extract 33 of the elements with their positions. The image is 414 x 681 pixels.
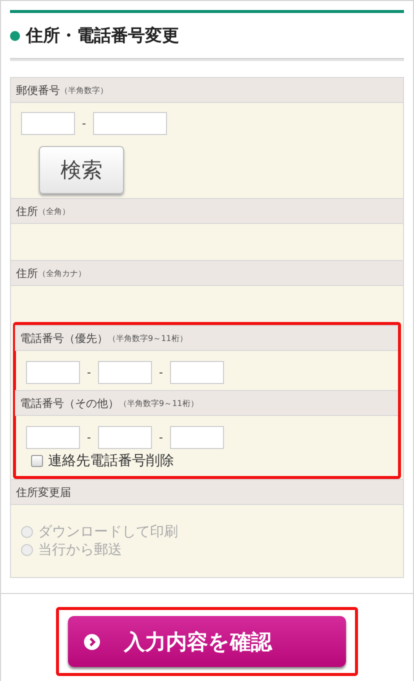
field-note: （全角） — [38, 206, 70, 216]
field-label: 郵便番号 — [16, 82, 60, 98]
dash-separator: - — [87, 366, 91, 379]
bullet-icon — [10, 30, 20, 40]
field-note: （半角数字9～11桁） — [108, 332, 188, 344]
input-field[interactable] — [92, 112, 167, 135]
search-button[interactable]: 検索 — [39, 146, 124, 194]
input-field[interactable] — [170, 361, 224, 384]
dash-separator: - — [158, 366, 163, 379]
radio-label: 当行から郵送 — [38, 541, 122, 559]
input-field[interactable] — [26, 426, 80, 449]
field-note: （全角カナ） — [38, 268, 86, 278]
dash-separator: - — [158, 431, 163, 444]
field-label: 電話番号（その他） — [20, 396, 119, 410]
dash-separator: - — [87, 431, 91, 444]
input-field[interactable] — [26, 361, 80, 384]
input-field[interactable] — [21, 112, 75, 135]
field-label: 住所変更届 — [16, 484, 71, 500]
confirm-button[interactable]: 入力内容を確認 — [68, 616, 346, 667]
field-label: 住所 — [16, 204, 38, 218]
input-field[interactable] — [170, 426, 224, 449]
input-field[interactable] — [98, 426, 152, 449]
page-title: 住所・電話番号変更 — [26, 25, 179, 47]
chevron-icon — [84, 634, 100, 650]
field-note: （半角数字） — [60, 84, 108, 96]
radio-label: ダウンロードして印刷 — [38, 523, 178, 541]
field-label: 住所 — [16, 266, 38, 280]
input-field[interactable] — [98, 361, 152, 384]
field-note: （半角数字9～11桁） — [119, 398, 198, 408]
checkbox[interactable] — [31, 455, 43, 467]
dash-separator: - — [82, 117, 86, 130]
checkbox-label: 連絡先電話番号削除 — [48, 452, 174, 470]
field-label: 電話番号（優先） — [20, 330, 108, 346]
